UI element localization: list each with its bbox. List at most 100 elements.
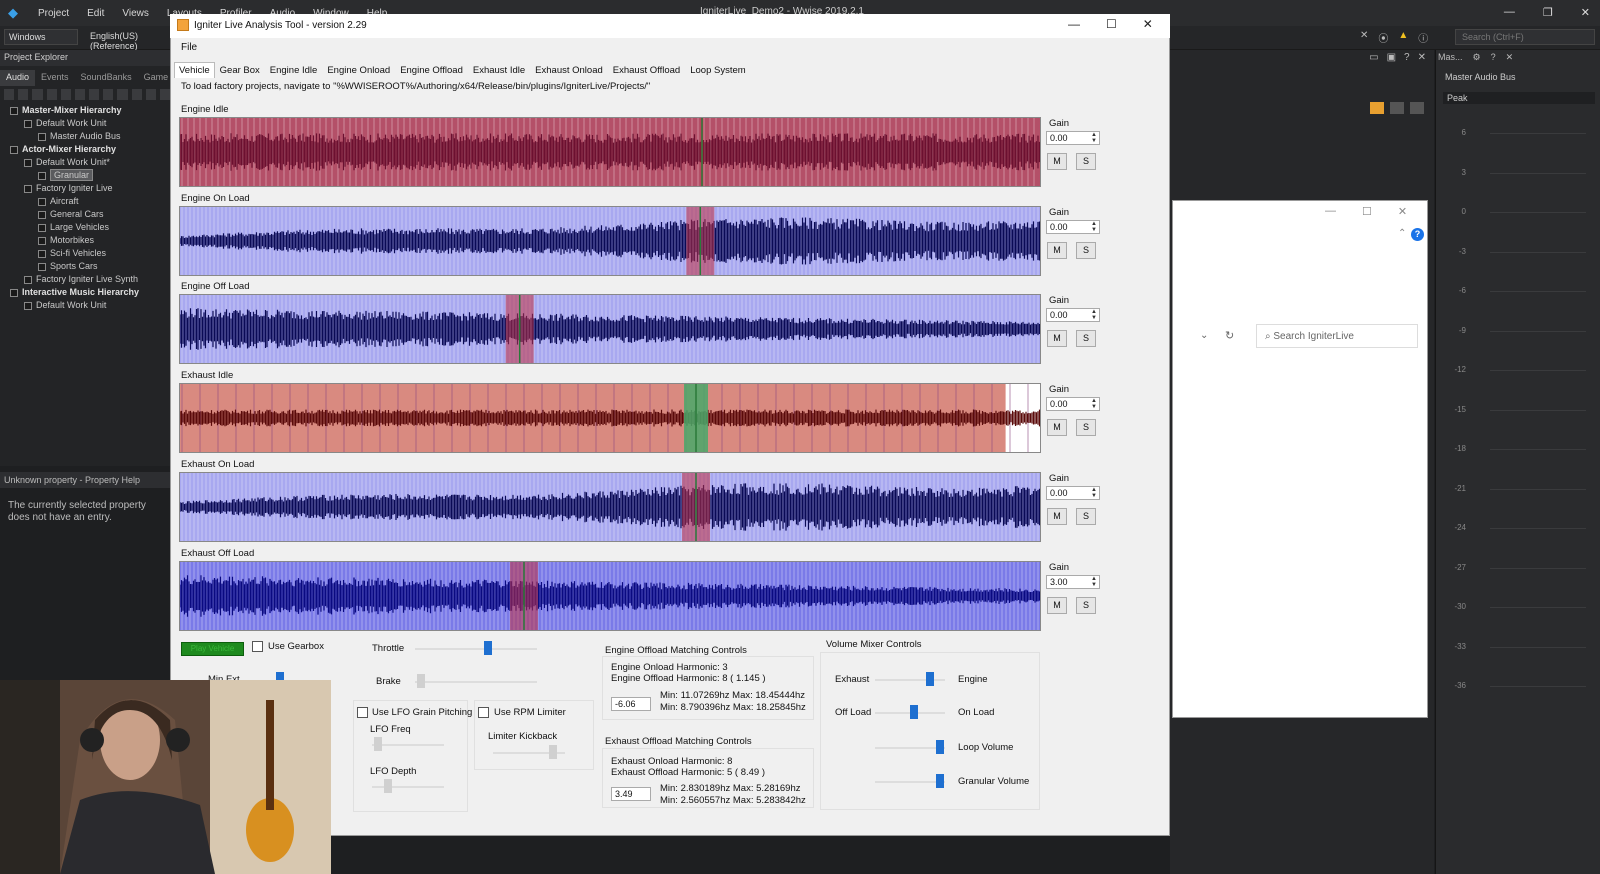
tool-icon[interactable] <box>18 89 29 100</box>
expand-icon[interactable] <box>38 210 46 219</box>
explorer-search-input[interactable]: ⌕ Search IgniterLive <box>1256 324 1418 348</box>
waveform-track[interactable] <box>179 561 1041 631</box>
expand-icon[interactable] <box>10 106 18 115</box>
remote-icon[interactable]: ⦿ <box>1378 30 1388 45</box>
expand-icon[interactable] <box>38 132 46 141</box>
solo-button[interactable]: S <box>1076 419 1096 436</box>
tab-game[interactable]: Game <box>138 70 175 86</box>
tool-icon[interactable] <box>145 89 156 100</box>
meter-mode-select[interactable]: Peak <box>1443 92 1595 104</box>
minimize-icon[interactable]: — <box>1068 17 1080 31</box>
tab-loop-system[interactable]: Loop System <box>685 62 750 78</box>
waveform-track[interactable] <box>179 206 1041 276</box>
solo-button[interactable]: S <box>1076 597 1096 614</box>
load-mix-slider-thumb[interactable] <box>910 705 918 719</box>
use-rpm-limiter-checkbox[interactable] <box>478 707 489 718</box>
restore-icon[interactable]: ❐ <box>1543 6 1553 19</box>
view-icon[interactable] <box>1390 102 1404 114</box>
tree-item[interactable]: Interactive Music Hierarchy <box>0 286 172 299</box>
tool-icon[interactable] <box>159 89 171 100</box>
expand-icon[interactable] <box>38 197 46 206</box>
tab-exhaust-offload[interactable]: Exhaust Offload <box>608 62 685 78</box>
lfo-freq-slider[interactable] <box>372 744 444 746</box>
expand-icon[interactable] <box>38 171 46 180</box>
close-icon[interactable]: ✕ <box>1143 17 1153 31</box>
tab-soundbanks[interactable]: SoundBanks <box>75 70 138 86</box>
tree-item[interactable]: Default Work Unit <box>0 299 172 312</box>
exhaust-engine-slider-thumb[interactable] <box>926 672 934 686</box>
tab-exhaust-onload[interactable]: Exhaust Onload <box>530 62 608 78</box>
use-lfo-checkbox[interactable] <box>357 707 368 718</box>
tab-engine-offload[interactable]: Engine Offload <box>395 62 468 78</box>
tree-item[interactable]: Actor-Mixer Hierarchy <box>0 143 172 156</box>
lfo-freq-slider-thumb[interactable] <box>374 737 382 751</box>
folder-icon[interactable]: ▭ <box>1369 52 1378 64</box>
throttle-slider[interactable] <box>415 648 537 650</box>
menu-item[interactable]: Edit <box>87 8 104 19</box>
use-gearbox-checkbox[interactable] <box>252 641 263 652</box>
close-icon[interactable]: ✕ <box>1398 205 1407 218</box>
solo-button[interactable]: S <box>1076 153 1096 170</box>
chevron-down-icon[interactable]: ⌄ <box>1200 330 1208 341</box>
gain-input[interactable]: 0.00 ▲ ▼ <box>1046 131 1100 145</box>
minimize-icon[interactable]: — <box>1325 205 1336 218</box>
chevron-up-icon[interactable]: ⌃ <box>1398 228 1406 239</box>
tree-item[interactable]: Aircraft <box>0 195 172 208</box>
solo-button[interactable]: S <box>1076 508 1096 525</box>
tool-icon[interactable] <box>89 89 100 100</box>
maximize-icon[interactable]: ☐ <box>1106 17 1117 31</box>
spinner-icon[interactable]: ▲ ▼ <box>1090 487 1098 499</box>
solo-button[interactable]: S <box>1076 242 1096 259</box>
mute-button[interactable]: M <box>1047 330 1067 347</box>
maximize-icon[interactable]: ☐ <box>1362 205 1372 218</box>
close-icon[interactable]: ✕ <box>1581 6 1590 19</box>
mute-button[interactable]: M <box>1047 419 1067 436</box>
expand-icon[interactable] <box>38 249 46 258</box>
menu-item[interactable]: Project <box>38 8 69 19</box>
warning-icon[interactable]: ▲ <box>1398 30 1408 45</box>
expand-icon[interactable] <box>38 236 46 245</box>
tool-icon[interactable] <box>117 89 128 100</box>
lfo-depth-slider-thumb[interactable] <box>384 779 392 793</box>
tree-item[interactable]: General Cars <box>0 208 172 221</box>
brake-slider-thumb[interactable] <box>417 674 426 688</box>
help-icon[interactable]: ? <box>1411 228 1424 241</box>
expand-icon[interactable] <box>24 184 32 193</box>
refresh-icon[interactable]: ↻ <box>1225 329 1234 342</box>
granular-volume-slider[interactable] <box>875 781 945 783</box>
expand-icon[interactable] <box>24 301 32 310</box>
spinner-icon[interactable]: ▲ ▼ <box>1090 576 1098 588</box>
meter-tab-label[interactable]: Mas... <box>1438 52 1463 63</box>
tool-icon[interactable] <box>131 89 142 100</box>
play-vehicle-button[interactable]: Play Vehicle <box>181 642 244 656</box>
menu-file[interactable]: File <box>181 42 197 53</box>
tool-icon[interactable] <box>46 89 57 100</box>
help-icon[interactable]: ? <box>1491 52 1496 63</box>
close-icon[interactable]: ✕ <box>1506 52 1514 63</box>
engine-offset-input[interactable]: -6.06 <box>611 697 651 711</box>
settings-icon[interactable]: ⚙ <box>1473 52 1481 63</box>
tree-item[interactable]: Sports Cars <box>0 260 172 273</box>
view-icon[interactable] <box>1370 102 1384 114</box>
tree-item[interactable]: Default Work Unit* <box>0 156 172 169</box>
expand-icon[interactable] <box>24 119 32 128</box>
help-icon[interactable]: ? <box>1404 52 1410 64</box>
minimize-icon[interactable]: — <box>1504 6 1515 19</box>
expand-icon[interactable] <box>24 275 32 284</box>
waveform-track[interactable] <box>179 294 1041 364</box>
tab-audio[interactable]: Audio <box>0 70 36 86</box>
gain-input[interactable]: 0.00 ▲ ▼ <box>1046 486 1100 500</box>
tree-item[interactable]: Factory Igniter Live Synth <box>0 273 172 286</box>
tool-icon[interactable] <box>4 89 15 100</box>
tab-events[interactable]: Events <box>35 70 75 86</box>
granular-volume-slider-thumb[interactable] <box>936 774 944 788</box>
waveform-track[interactable] <box>179 472 1041 542</box>
info-icon[interactable]: ⓘ <box>1418 30 1428 45</box>
gain-input[interactable]: 3.00 ▲ ▼ <box>1046 575 1100 589</box>
mute-button[interactable]: M <box>1047 597 1067 614</box>
mute-button[interactable]: M <box>1047 153 1067 170</box>
spinner-icon[interactable]: ▲ ▼ <box>1090 398 1098 410</box>
tab-engine-idle[interactable]: Engine Idle <box>265 62 323 78</box>
expand-icon[interactable] <box>10 145 18 154</box>
tab-exhaust-idle[interactable]: Exhaust Idle <box>468 62 530 78</box>
